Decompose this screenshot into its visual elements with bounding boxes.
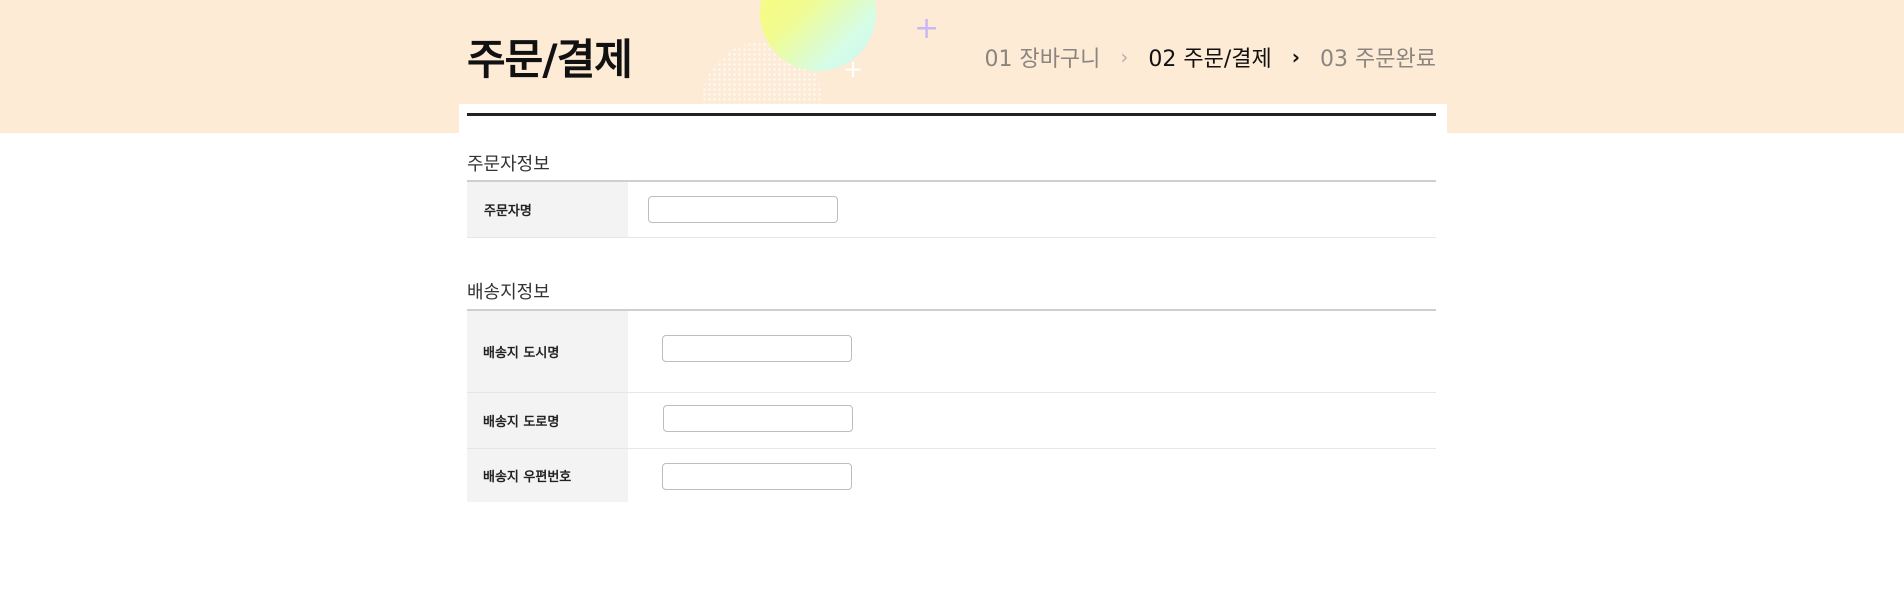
field-label: 주문자명 [467, 182, 628, 237]
checkout-steps: 01 장바구니 › 02 주문/결제 › 03 주문완료 [984, 41, 1436, 73]
plus-icon: + [843, 55, 864, 83]
step-order-complete: 03 주문완료 [1320, 47, 1436, 72]
shipping-city-input[interactable] [662, 335, 852, 362]
chevron-right-icon: › [1291, 45, 1301, 69]
page-title: 주문/결제 [467, 35, 633, 84]
step-order-payment: 02 주문/결제 [1148, 47, 1272, 72]
section-title-orderer: 주문자정보 [467, 154, 550, 175]
step-cart: 01 장바구니 [984, 47, 1101, 72]
form-row-shipping-city: 배송지 도시명 [467, 311, 1436, 393]
field-label: 배송지 우편번호 [467, 449, 628, 502]
section-title-shipping: 배송지정보 [467, 282, 550, 303]
plus-icon: + [914, 11, 940, 46]
form-row-orderer-name: 주문자명 [467, 182, 1436, 238]
field-label: 배송지 도시명 [467, 311, 628, 392]
field-label: 배송지 도로명 [467, 393, 628, 448]
orderer-name-input[interactable] [648, 196, 838, 223]
form-row-shipping-zip: 배송지 우편번호 [467, 449, 1436, 502]
shipping-zip-input[interactable] [662, 463, 852, 490]
divider [467, 113, 1436, 116]
form-row-shipping-road: 배송지 도로명 [467, 393, 1436, 449]
chevron-right-icon: › [1120, 45, 1129, 69]
shipping-road-input[interactable] [663, 405, 853, 432]
